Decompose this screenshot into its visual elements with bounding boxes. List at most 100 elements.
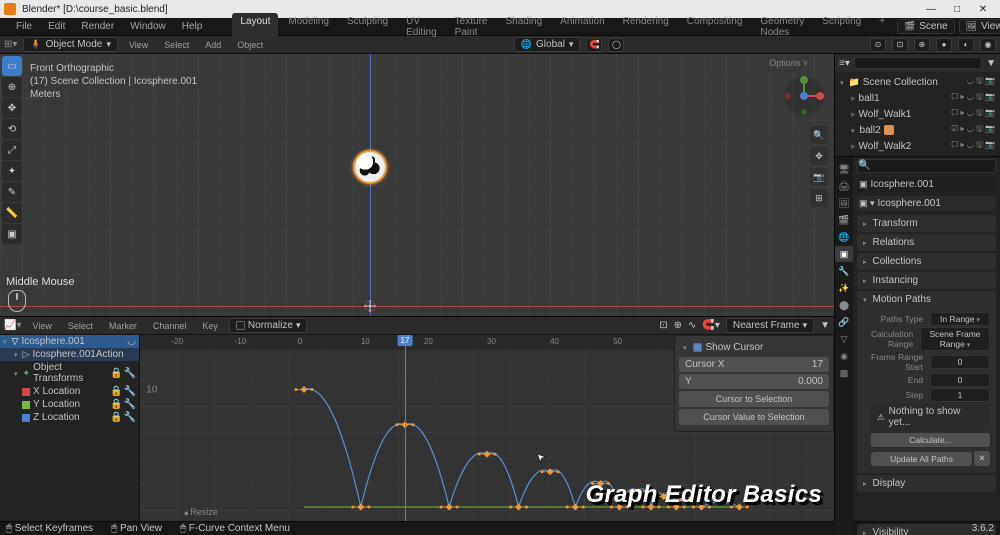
soccer-ball-object[interactable] — [353, 150, 387, 184]
3d-viewport[interactable]: ▭ ⊕ ✥ ⟲ ⤢ ✦ ✎ 📏 ▣ Front Orthographic (17… — [0, 54, 834, 316]
update-paths-button[interactable]: Update All Paths — [871, 452, 972, 466]
ge-menu-marker[interactable]: Marker — [104, 320, 142, 332]
outliner-search[interactable] — [854, 57, 982, 69]
proportional-edit-toggle[interactable]: ◯ — [608, 38, 624, 52]
overlay-toggle[interactable]: ⊙ — [870, 38, 886, 52]
tab-add[interactable]: + — [871, 13, 893, 41]
graph-editor-type-icon[interactable]: 📈▾ — [4, 320, 21, 331]
properties-breadcrumb[interactable]: ▣ Icosphere.001 — [857, 177, 996, 192]
shading-material[interactable]: ◐ — [958, 38, 974, 52]
clear-paths-button[interactable]: ✕ — [974, 451, 990, 466]
pan-icon[interactable]: ✥ — [810, 147, 828, 165]
proptab-particles[interactable]: ✨ — [835, 280, 853, 296]
tool-cursor[interactable]: ⊕ — [2, 77, 22, 97]
menu-window[interactable]: Window — [124, 19, 172, 34]
xray-toggle[interactable]: ⊡ — [892, 38, 908, 52]
proptab-material[interactable]: ◉ — [835, 348, 853, 364]
sect-display[interactable]: Display — [857, 475, 996, 492]
vis-icon[interactable]: ◡ — [127, 336, 136, 347]
scene-selector[interactable]: 🎬 Scene — [897, 19, 955, 34]
ge-menu-key[interactable]: Key — [197, 320, 223, 332]
tab-geonodes[interactable]: Geometry Nodes — [752, 13, 812, 41]
outliner-type-icon[interactable]: ≡▾ — [839, 58, 850, 69]
tab-compositing[interactable]: Compositing — [679, 13, 751, 41]
outliner-item-2[interactable]: ball2 ☑ ▸ ◡ 🖫 📷 — [837, 122, 998, 138]
snap-mode-selector[interactable]: Nearest Frame ▾ — [726, 318, 814, 333]
cursor-y-field[interactable]: Y0.000 — [679, 374, 829, 389]
proptab-render[interactable]: 🖥 — [835, 161, 853, 177]
menu-help[interactable]: Help — [176, 19, 209, 34]
proptab-output[interactable]: 🖨 — [835, 178, 853, 194]
cursor-to-selection-button[interactable]: Cursor to Selection — [679, 391, 829, 407]
properties-search[interactable]: 🔍 — [857, 159, 996, 173]
proptab-texture[interactable]: ▩ — [835, 365, 853, 381]
outliner-filter-icon[interactable]: ▼ — [986, 58, 996, 69]
proptab-modifiers[interactable]: 🔧 — [835, 263, 853, 279]
tab-uvediting[interactable]: UV Editing — [398, 13, 445, 41]
mod-icon[interactable]: 🔧 — [124, 368, 136, 379]
orientation-selector[interactable]: 🌐 Global ▾ — [514, 37, 581, 52]
shading-rendered[interactable]: ◉ — [980, 38, 996, 52]
ge-interp-icon[interactable]: ∿ — [688, 320, 696, 331]
viewlayer-selector[interactable]: 🖼 ViewLayer — [959, 19, 1000, 34]
sect-instancing[interactable]: Instancing — [857, 272, 996, 289]
proptab-world[interactable]: 🌐 — [835, 229, 853, 245]
ge-cursor-icon[interactable]: ⊕ — [674, 320, 682, 331]
viewport-menu-object[interactable]: Object — [232, 39, 268, 51]
proptab-constraints[interactable]: 🔗 — [835, 314, 853, 330]
ge-preview-range[interactable]: ⊡ — [659, 320, 667, 331]
window-minimize-button[interactable]: — — [918, 1, 944, 17]
tool-rotate[interactable]: ⟲ — [2, 119, 22, 139]
menu-file[interactable]: File — [10, 19, 38, 34]
sect-motion-header[interactable]: Motion Paths — [857, 291, 996, 308]
tool-annotate[interactable]: ✎ — [2, 182, 22, 202]
show-cursor-checkbox[interactable] — [693, 343, 702, 352]
proptab-physics[interactable]: ⬤ — [835, 297, 853, 313]
tool-transform[interactable]: ✦ — [2, 161, 22, 181]
sect-transform[interactable]: Transform — [857, 215, 996, 232]
zoom-icon[interactable]: 🔍 — [810, 126, 828, 144]
normalize-toggle[interactable]: Normalize ▾ — [229, 318, 308, 333]
outliner-item-0[interactable]: ▸ ball1☐ ▸ ◡ 🖫 📷 — [837, 90, 998, 106]
proptab-viewlayer[interactable]: 🖼 — [835, 195, 853, 211]
perspective-icon[interactable]: ⊞ — [810, 189, 828, 207]
shading-wireframe[interactable]: ⊕ — [914, 38, 930, 52]
ge-menu-view[interactable]: View — [27, 320, 56, 332]
tool-scale[interactable]: ⤢ — [2, 140, 22, 160]
ge-menu-channel[interactable]: Channel — [148, 320, 192, 332]
cursor-value-to-selection-button[interactable]: Cursor Value to Selection — [679, 409, 829, 425]
start-field[interactable]: 0 — [930, 355, 990, 369]
tab-texturepaint[interactable]: Texture Paint — [447, 13, 496, 41]
graph-plot-area[interactable]: -20-1001020304050607080 10 17 Resize Gra… — [140, 335, 834, 521]
mode-selector[interactable]: 🧍 Object Mode ▾ — [23, 37, 117, 52]
ge-snap-icon[interactable]: 🧲▾ — [702, 320, 719, 331]
tool-move[interactable]: ✥ — [2, 98, 22, 118]
menu-render[interactable]: Render — [75, 19, 120, 34]
properties-breadcrumb-2[interactable]: ▣ ▾ Icosphere.001 — [857, 196, 996, 211]
viewport-options[interactable]: Options ˅ — [769, 58, 808, 68]
step-field[interactable]: 1 — [930, 388, 990, 402]
nav-gizmo[interactable] — [780, 72, 828, 120]
menu-edit[interactable]: Edit — [42, 19, 71, 34]
tree-action[interactable]: ▷ Icosphere.001Action — [0, 348, 139, 361]
tab-modeling[interactable]: Modeling — [280, 13, 337, 41]
normalize-checkbox[interactable] — [236, 321, 245, 330]
calculate-button[interactable]: Calculate... — [871, 433, 990, 447]
tree-ch-y[interactable]: Y Location🔒🔧 — [0, 398, 139, 411]
tree-ch-x[interactable]: X Location🔒🔧 — [0, 385, 139, 398]
window-close-button[interactable]: ✕ — [970, 1, 996, 17]
snap-toggle[interactable]: 🧲 — [586, 38, 602, 52]
viewport-menu-add[interactable]: Add — [200, 39, 226, 51]
shading-solid[interactable]: ● — [936, 38, 952, 52]
tab-scripting[interactable]: Scripting — [814, 13, 869, 41]
outliner-item-3[interactable]: ▸ Wolf_Walk2☐ ▸ ◡ 🖫 📷 — [837, 138, 998, 154]
proptab-scene[interactable]: 🎬 — [835, 212, 853, 228]
tab-rendering[interactable]: Rendering — [615, 13, 677, 41]
camera-icon[interactable]: 📷 — [810, 168, 828, 186]
outliner-item-1[interactable]: ▸ Wolf_Walk1☐ ▸ ◡ 🖫 📷 — [837, 106, 998, 122]
ge-menu-select[interactable]: Select — [63, 320, 98, 332]
cursor-x-field[interactable]: Cursor X17 — [679, 357, 829, 372]
tab-layout[interactable]: Layout — [232, 13, 278, 41]
sect-collections[interactable]: Collections — [857, 253, 996, 270]
tool-measure[interactable]: 📏 — [2, 203, 22, 223]
